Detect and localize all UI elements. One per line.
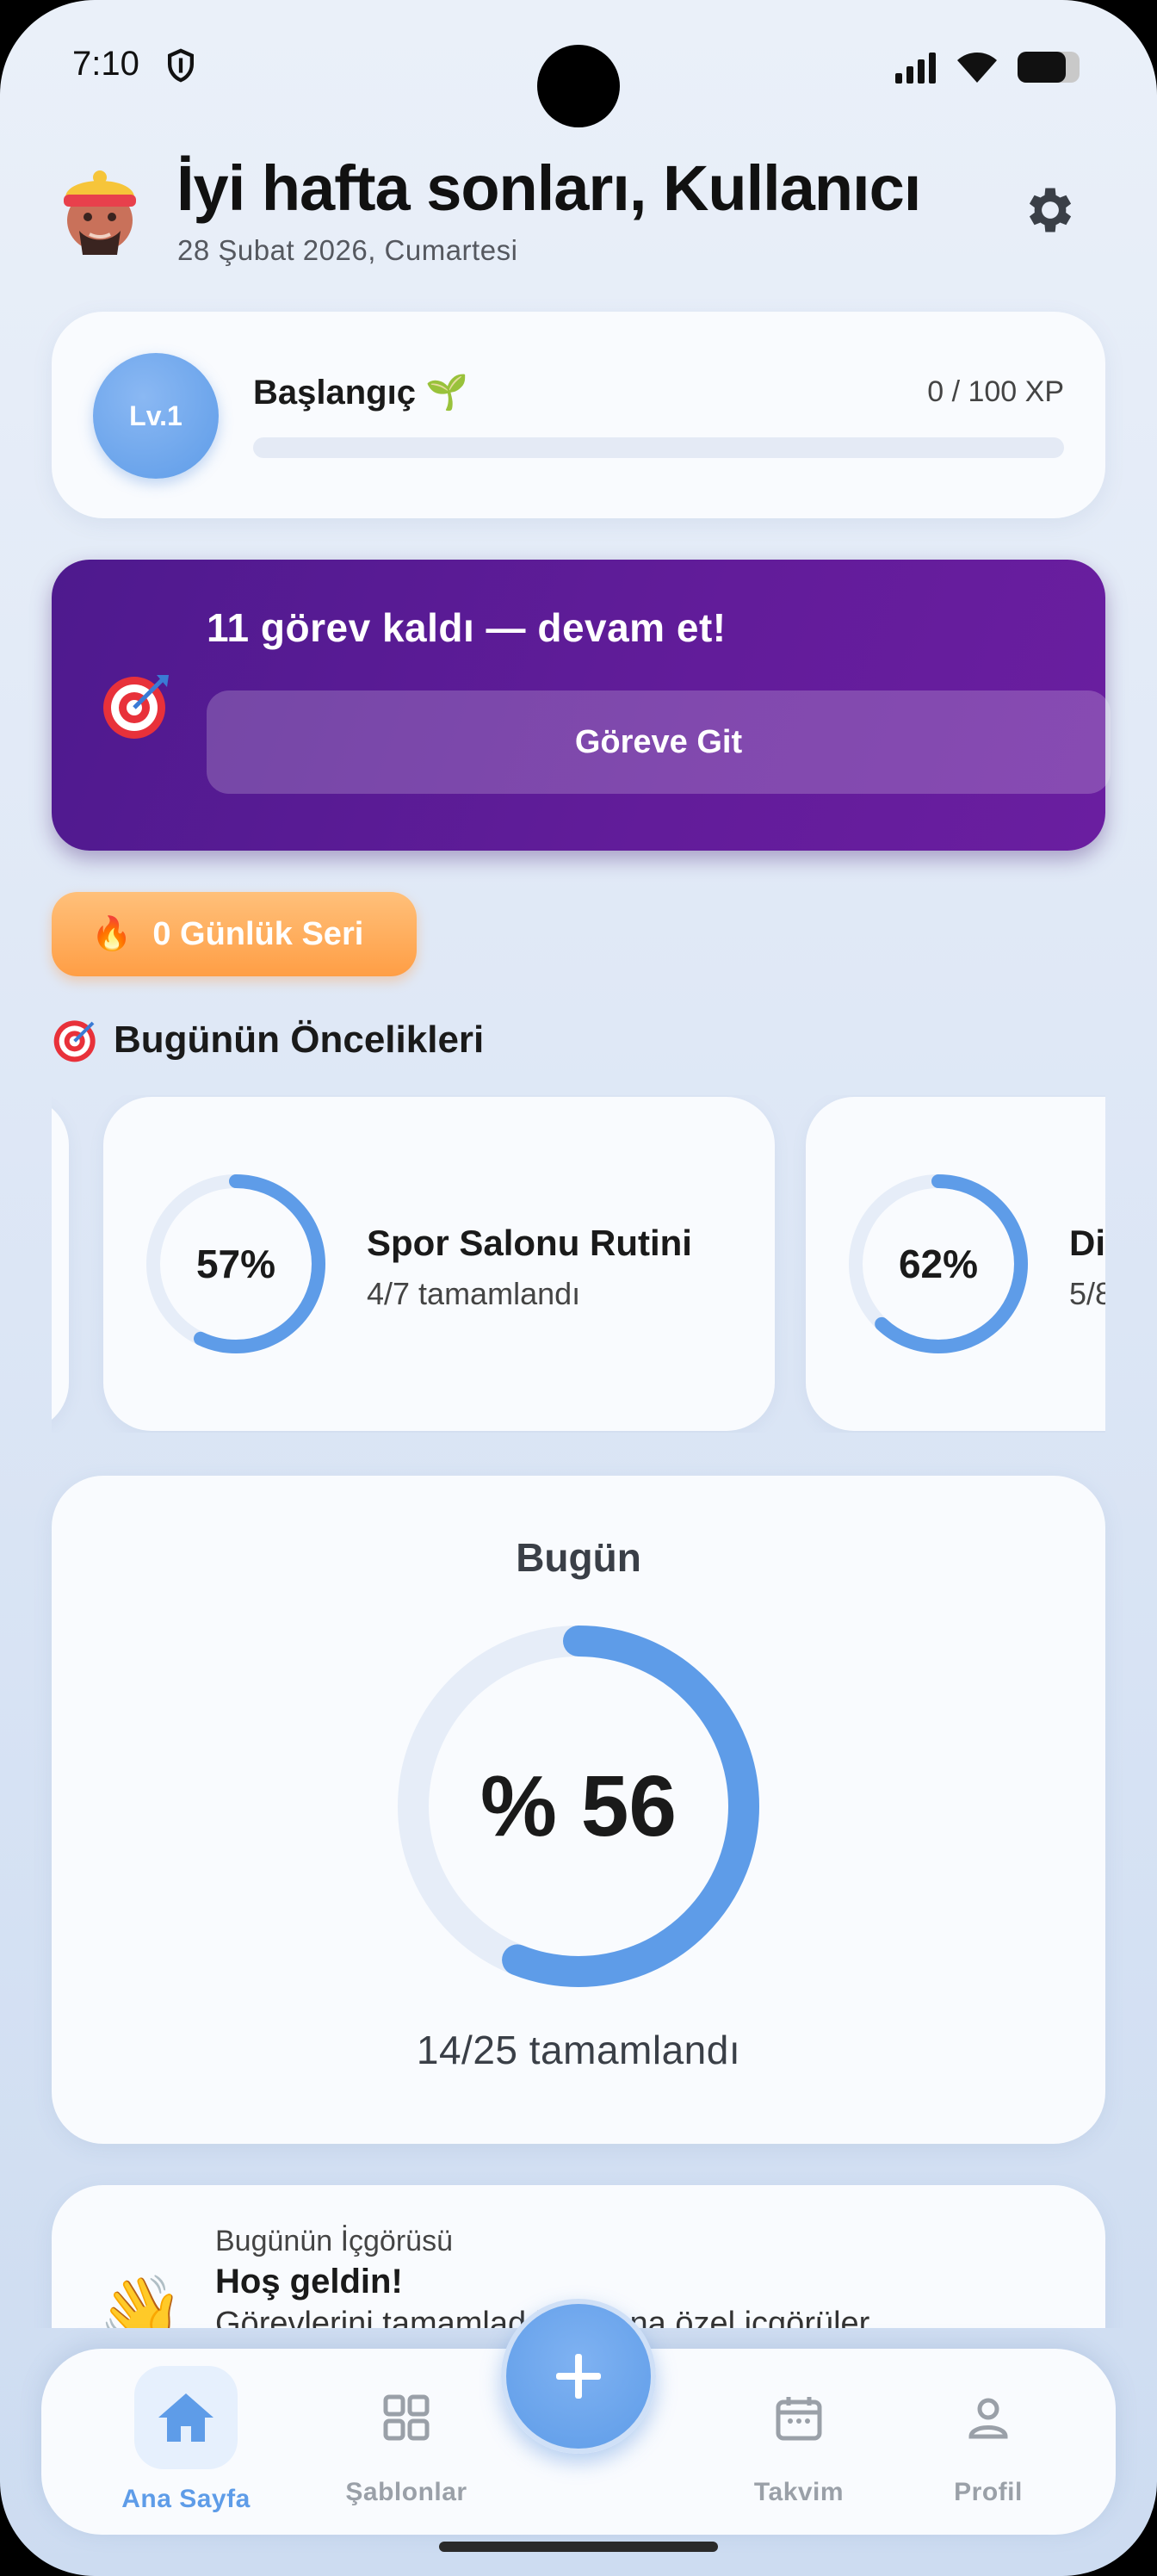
nav-item-home[interactable]: Ana Sayfa <box>100 2349 272 2535</box>
waving-hand-icon: 👋 <box>98 2273 184 2328</box>
nav-item-profile[interactable]: Profil <box>902 2349 1074 2535</box>
nav-label: Ana Sayfa <box>121 2485 251 2513</box>
nav-label: Takvim <box>753 2478 845 2506</box>
app-screen: 7:10 İyi hafta sonları, Kullanıcı 28 Şub… <box>0 0 1157 2576</box>
nav-label: Şablonlar <box>345 2478 467 2506</box>
plus-icon <box>556 2354 601 2399</box>
insight-clip: 👋 Bugünün İçgörüsü Hoş geldin! Görevleri… <box>0 0 1157 2328</box>
insight-title: Hoş geldin! <box>215 2263 403 2300</box>
nav-item-templates[interactable]: Şablonlar <box>320 2349 492 2535</box>
person-icon <box>937 2366 1040 2469</box>
insight-label: Bugünün İçgörüsü <box>215 2225 453 2257</box>
grid-icon <box>355 2366 458 2469</box>
home-indicator[interactable] <box>439 2542 718 2552</box>
calendar-icon <box>747 2366 851 2469</box>
home-icon <box>134 2366 238 2469</box>
nav-label: Profil <box>954 2478 1023 2506</box>
nav-item-calendar[interactable]: Takvim <box>713 2349 885 2535</box>
add-task-button[interactable] <box>501 2299 656 2454</box>
